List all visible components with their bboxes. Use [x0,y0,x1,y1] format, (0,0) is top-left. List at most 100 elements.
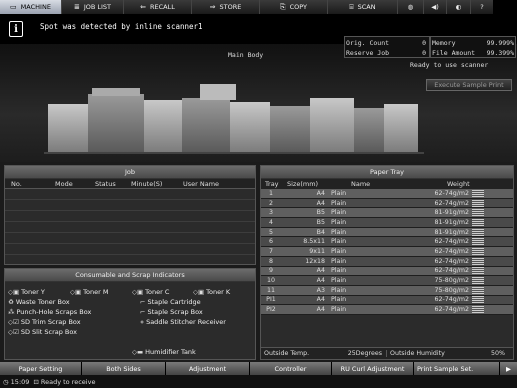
paper-level-icon [469,296,487,304]
tray-row[interactable]: 8 12x18 Plain 62-74g/m2 [261,256,513,267]
table-row[interactable] [5,200,255,211]
table-row[interactable] [5,233,255,244]
tray-paper-name: Plain [331,199,347,207]
controller-button[interactable]: Controller [250,362,332,375]
tray-paper-name: Plain [331,218,347,226]
toner-y: ◇▣ Toner Y [8,287,45,296]
tab-label: MACHINE [20,3,51,11]
tab-store[interactable]: ⇒ STORE [192,0,260,14]
slit-scrap-icon: ◇☑ [8,327,19,336]
paper-level-bars [472,306,484,314]
tray-paper-name: Plain [331,189,347,197]
tray-row[interactable]: 7 9x11 Plain 62-74g/m2 [261,247,513,257]
help-button[interactable]: ? [471,0,493,14]
tray-size: A4 [316,189,325,197]
outside-humidity-label: Outside Humidity [390,350,445,357]
table-row[interactable] [5,244,255,255]
tray-weight: 81-91g/m2 [434,228,469,236]
file-amount: File Amount 99.399% [432,48,514,58]
paper-level-bars [472,267,484,275]
col-minutes: Minute(S) [131,179,163,188]
sd-slit-scrap-box: ◇☑ SD Slit Scrap Box [8,327,77,336]
tray-row[interactable]: PI2 A4 Plain 62-74g/m2 [261,305,513,315]
toner-icon: ◇▣ [132,287,144,296]
outside-temp-label: Outside Temp. [264,350,310,357]
table-row[interactable] [5,211,255,222]
humidifier-icon: ◇▬ [132,347,144,356]
globe-icon: ◍ [407,3,414,11]
tray-paper-name: Plain [331,257,347,265]
tray-number: 1 [268,189,273,197]
consumables-title: Consumable and Scrap Indicators [5,269,255,282]
paper-level-bars [472,286,484,294]
volume-button[interactable]: ◀) [424,0,447,14]
tray-number: PI1 [266,296,276,304]
tab-recall[interactable]: ⇐ RECALL [124,0,192,14]
tray-row[interactable]: 2 A4 Plain 62-74g/m2 [261,198,513,209]
print-sample-set-button[interactable]: Print Sample Set. [414,362,500,375]
contrast-button[interactable]: ◐ [447,0,471,14]
time-text: 15:09 [10,377,30,386]
tray-size: A4 [316,277,325,285]
tray-number: 2 [268,199,273,207]
toner-icon: ◇▣ [193,287,205,296]
tray-row[interactable]: PI1 A4 Plain 62-74g/m2 [261,295,513,306]
cons-label: Toner M [83,287,109,296]
col-weight: Weight [447,180,470,188]
clock-icon: ◷ [3,377,9,386]
tab-job-list[interactable]: ≣ JOB LIST [62,0,124,14]
tray-weight: 62-74g/m2 [434,306,469,314]
orig-count-label: Orig. Count [346,39,390,47]
tray-row[interactable]: 1 A4 Plain 62-74g/m2 [261,189,513,199]
machine-illustration[interactable] [40,70,430,158]
tab-machine[interactable]: ▭ MACHINE [0,0,62,14]
tray-weight: 75-80g/m2 [434,277,469,285]
punch-icon: ⁂ [8,307,15,316]
paper-level-icon [469,247,487,255]
staple-scrap-icon: ⌐ [140,307,146,316]
tray-row[interactable]: 9 A4 Plain 62-74g/m2 [261,266,513,277]
paper-level-icon [469,189,487,197]
globe-button[interactable]: ◍ [398,0,424,14]
scan-icon: ⌸ [349,2,354,11]
paper-setting-button[interactable]: Paper Setting [0,362,82,375]
tray-row[interactable]: 6 8.5x11 Plain 62-74g/m2 [261,237,513,248]
adjustment-button[interactable]: Adjustment [166,362,250,375]
both-sides-button[interactable]: Both Sides [82,362,166,375]
receive-icon: ⊡ [33,377,39,386]
tray-row[interactable]: 4 B5 Plain 81-91g/m2 [261,218,513,228]
tray-paper-name: Plain [331,267,347,275]
tray-size: A4 [316,296,325,304]
paper-level-icon [469,218,487,226]
paper-tray-panel: Paper Tray Tray Size(mm) Name Weight 1 A4… [260,165,514,360]
paper-level-icon [469,286,487,294]
col-mode: Mode [55,179,73,188]
table-row[interactable] [5,189,255,200]
paper-level-icon [469,306,487,314]
tray-row[interactable]: 10 A4 Plain 75-80g/m2 [261,276,513,286]
toner-icon: ◇▣ [8,287,20,296]
humidifier-tank: ◇▬ Humidifier Tank [132,347,196,356]
reserve-job: Reserve Job 0 [346,48,426,58]
file-amount-label: File Amount [432,49,476,57]
ru-curl-adjustment-button[interactable]: RU Curl Adjustment [332,362,414,375]
tray-row[interactable]: 11 A3 Plain 75-80g/m2 [261,285,513,296]
tray-number: PI2 [266,306,276,314]
arrow-right-icon: ▶ [506,364,511,373]
ready-text: Ready to use scanner [410,61,489,69]
footer-status: ◷ 15:09 ⊡ Ready to receive [0,375,517,388]
tab-scan[interactable]: ⌸ SCAN [328,0,398,14]
tab-label: RECALL [150,3,175,11]
tab-copy[interactable]: ⎘ COPY [260,0,328,14]
tray-row[interactable]: 3 B5 Plain 81-91g/m2 [261,208,513,219]
table-row[interactable] [5,222,255,233]
tray-row[interactable]: 5 B4 Plain 81-91g/m2 [261,227,513,238]
execute-sample-print-button[interactable]: Execute Sample Print [426,79,512,91]
next-page-button[interactable]: ▶ [500,362,517,375]
main-body-label: Main Body [228,51,264,59]
bottom-button-bar: Paper Setting Both Sides Adjustment Cont… [0,362,517,375]
contrast-icon: ◐ [455,3,462,11]
paper-level-bars [472,189,484,197]
cons-label: Punch-Hole Scraps Box [16,307,92,316]
tray-number: 11 [266,286,275,294]
